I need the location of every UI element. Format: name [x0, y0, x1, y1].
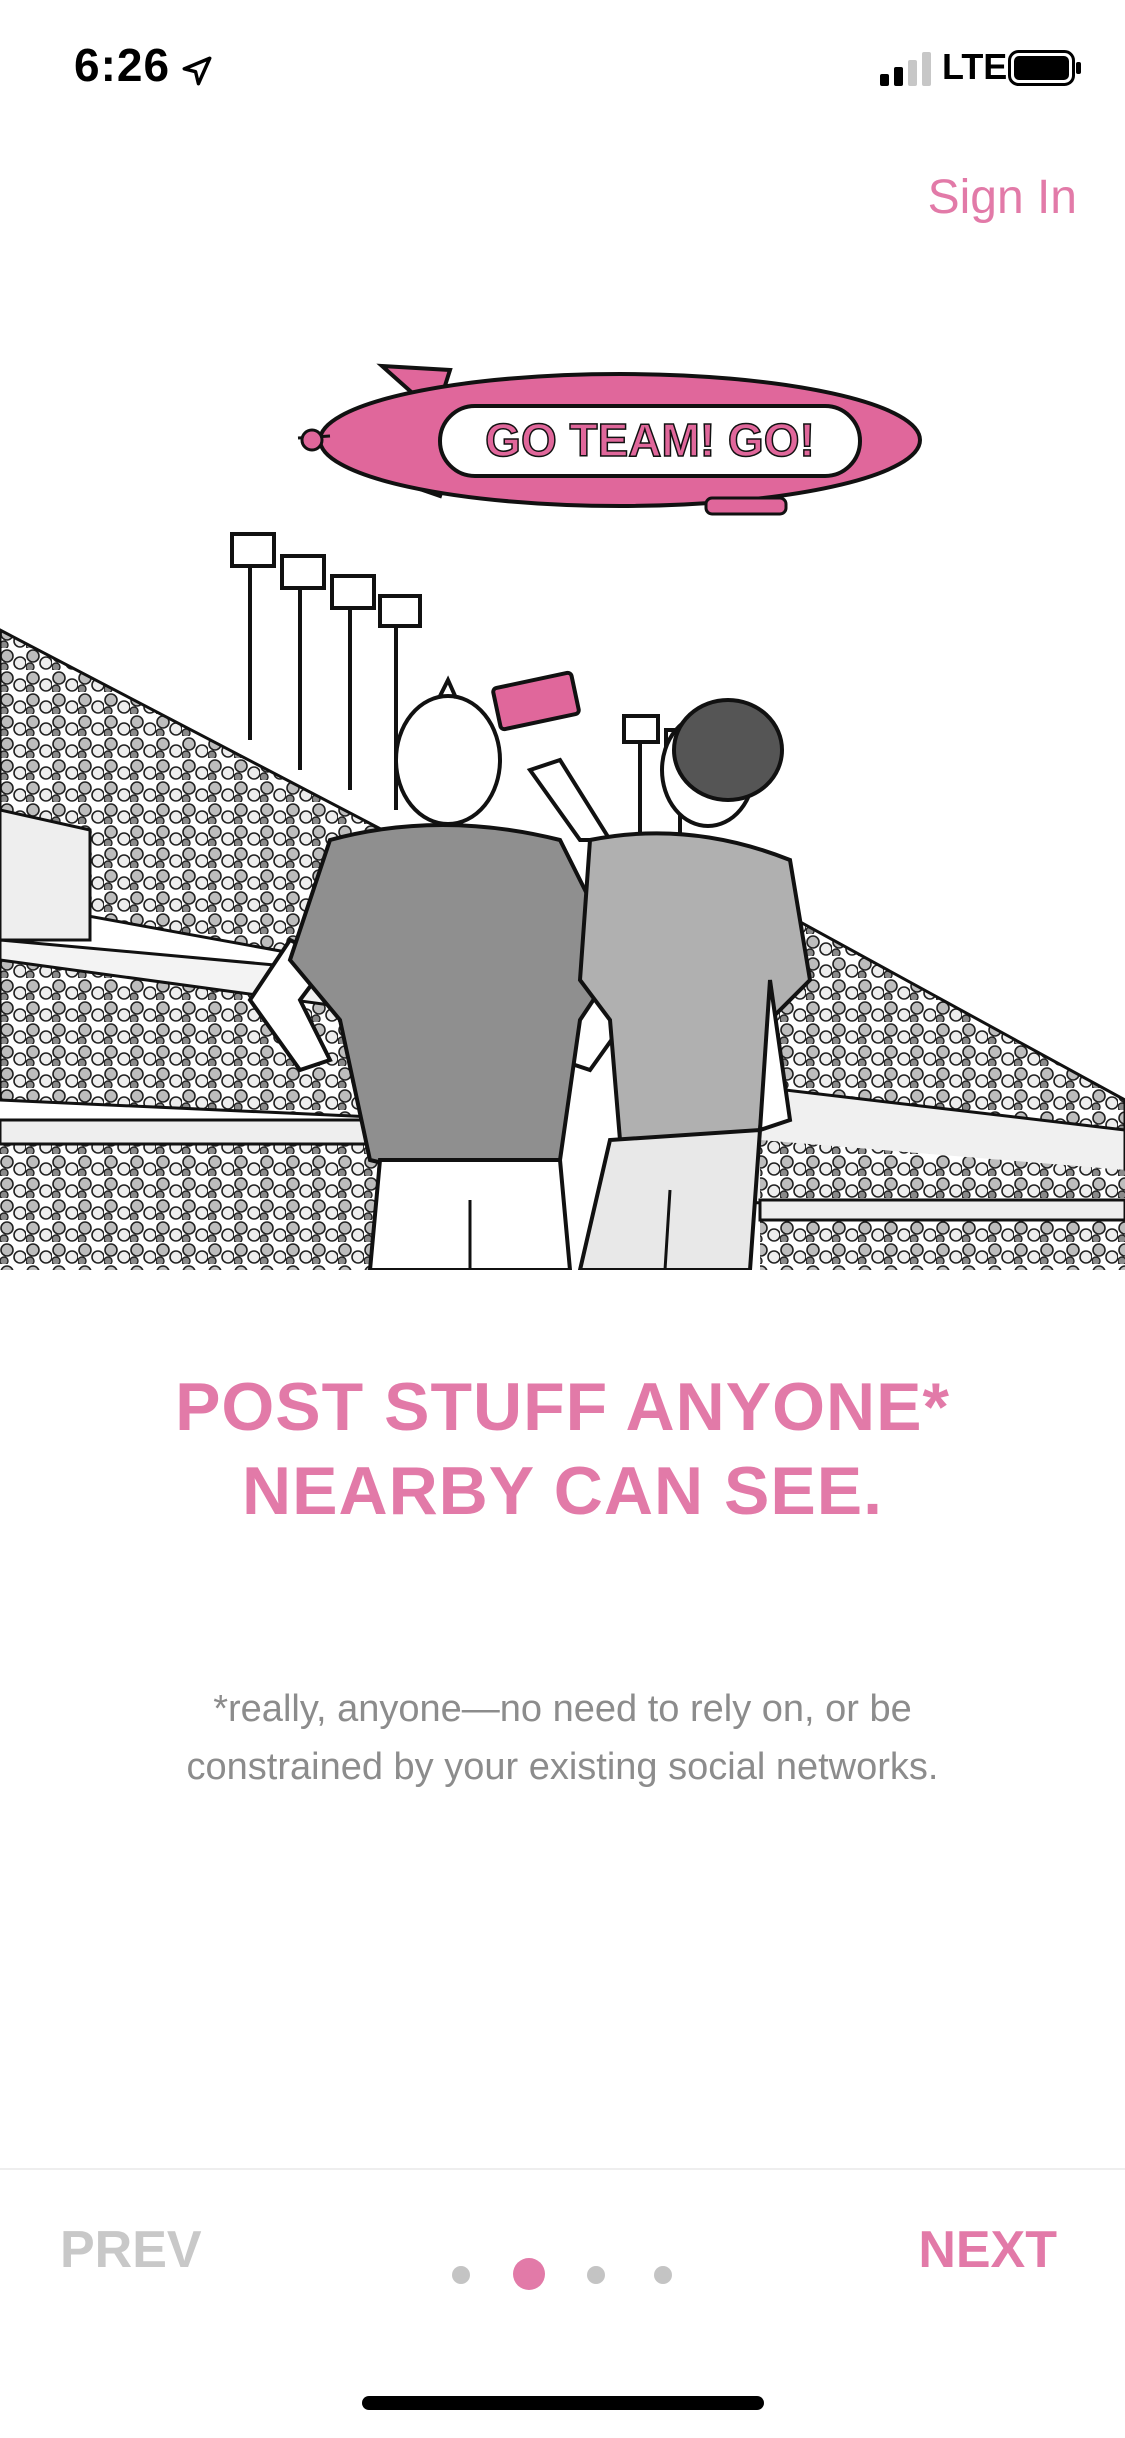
- status-bar: 6:26 LTE: [0, 0, 1125, 140]
- carrier-label: LTE: [942, 46, 1008, 87]
- location-arrow-icon: [182, 56, 212, 86]
- status-time: 6:26: [74, 39, 171, 91]
- headline: POST STUFF ANYONE* NEARBY CAN SEE.: [0, 1365, 1125, 1533]
- signal-icon: [880, 52, 931, 86]
- battery-icon: [1008, 50, 1081, 86]
- subtext: *really, anyone—no need to rely on, or b…: [0, 1680, 1125, 1796]
- blimp-banner-text: GO TEAM! GO!: [485, 414, 815, 466]
- subtext-line-2: constrained by your existing social netw…: [186, 1746, 939, 1788]
- next-button[interactable]: NEXT: [918, 2220, 1057, 2280]
- stadium-illustration: GO TEAM! GO!: [0, 363, 1125, 1270]
- blimp: GO TEAM! GO!: [297, 363, 922, 516]
- sign-in-button[interactable]: Sign In: [928, 170, 1077, 225]
- page-dot-3[interactable]: [587, 2266, 605, 2284]
- page-dot-1[interactable]: [452, 2266, 470, 2284]
- home-indicator[interactable]: [362, 2396, 764, 2410]
- headline-line-1: POST STUFF ANYONE*: [175, 1369, 950, 1445]
- subtext-line-1: *really, anyone—no need to rely on, or b…: [213, 1688, 912, 1730]
- page-dot-2-active[interactable]: [513, 2258, 545, 2290]
- headline-line-2: NEARBY CAN SEE.: [242, 1453, 883, 1529]
- page-dot-4[interactable]: [654, 2266, 672, 2284]
